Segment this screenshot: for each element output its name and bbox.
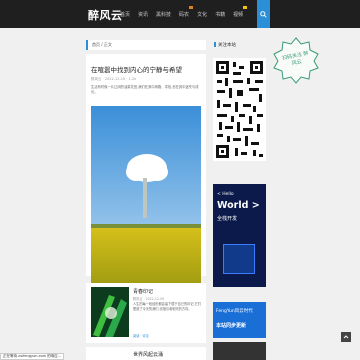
item-thumbnail[interactable] bbox=[91, 287, 129, 337]
item-title[interactable]: 世界风起云涌 bbox=[133, 351, 163, 358]
green-abstract-image bbox=[91, 287, 129, 337]
ad1-line3: 全栈开发 bbox=[217, 216, 238, 222]
qr-code-image bbox=[213, 58, 266, 161]
item-meta: 醉风云 · 2022-12-09 bbox=[133, 297, 165, 301]
ad1-line1: < Hello bbox=[217, 192, 234, 197]
top-navbar: 醉风云 首页 资讯 黑科技 码农 文化 书籍 视频 bbox=[0, 0, 360, 28]
qr-code bbox=[213, 58, 266, 161]
site-logo[interactable]: 醉风云 bbox=[88, 7, 123, 23]
new-badge bbox=[243, 6, 248, 9]
nav-item-news[interactable]: 资讯 bbox=[138, 11, 148, 18]
list-item: 青春印记 醉风云 · 2022-12-09 人生的每一段经历都会留下属于自己的印… bbox=[86, 283, 206, 343]
post-meta: 醉风云 · 2022-12-10 · 1.2k bbox=[91, 77, 137, 81]
ad1-graphic bbox=[223, 244, 255, 274]
browser-status-bar: 正在等待 zuifengyun.com 的响应... bbox=[0, 353, 65, 360]
nav-item-coder[interactable]: 码农 bbox=[179, 6, 194, 18]
hot-badge bbox=[189, 6, 194, 9]
arrow-up-icon bbox=[343, 335, 349, 339]
scroll-top-button[interactable] bbox=[341, 332, 351, 342]
nav-item-tech[interactable]: 黑科技 bbox=[156, 11, 171, 18]
ad-banner-dark[interactable] bbox=[213, 342, 266, 360]
ad2-line2: 本站同步更新 bbox=[216, 323, 247, 329]
nav-item-books[interactable]: 书籍 bbox=[215, 11, 225, 18]
follow-sticker: 扫码关注 醉风云 bbox=[272, 36, 320, 84]
rapeseed-field-image bbox=[91, 106, 201, 309]
main-nav: 首页 资讯 黑科技 码农 文化 书籍 视频 bbox=[120, 6, 248, 18]
ad-banner-fengyun[interactable]: FengYun风云时代 本站同步更新 bbox=[213, 302, 266, 338]
search-button[interactable] bbox=[257, 0, 270, 28]
item-footer[interactable]: 阅读 · 评论 bbox=[133, 333, 149, 338]
ad2-line1: FengYun风云时代 bbox=[216, 309, 253, 314]
post-excerpt: 生活有时像一片辽阔的油菜花田,我们在其中奔跑、寻找,也在其中迷失与成长。 bbox=[91, 85, 199, 94]
sidebar-heading: 关注本站 bbox=[214, 42, 236, 48]
post-title[interactable]: 在喧嚣中找到内心的宁静与希望 bbox=[91, 64, 201, 74]
nav-item-video[interactable]: 视频 bbox=[233, 6, 248, 18]
nav-item-culture[interactable]: 文化 bbox=[197, 11, 207, 18]
item-excerpt: 人生的每一段经历都会留下属于自己的印记,它们塑造了今天的我们,也指引着明天的方向… bbox=[133, 302, 201, 311]
breadcrumb[interactable]: 首页 / 正文 bbox=[86, 40, 206, 50]
item-title[interactable]: 青春印记 bbox=[133, 288, 153, 295]
search-icon bbox=[260, 10, 267, 18]
nav-item-coder-label: 码农 bbox=[179, 12, 190, 18]
breadcrumb-bar: 首页 / 正文 bbox=[86, 40, 206, 50]
featured-post: 在喧嚣中找到内心的宁静与希望 醉风云 · 2022-12-10 · 1.2k 生… bbox=[86, 54, 206, 322]
list-item: 世界风起云涌 bbox=[86, 347, 206, 360]
nav-item-home[interactable]: 首页 bbox=[120, 11, 130, 18]
ad-banner-hello-world[interactable]: < Hello World > 全栈开发 bbox=[213, 184, 266, 287]
post-image[interactable] bbox=[91, 106, 201, 309]
ad1-line2: World > bbox=[217, 200, 260, 211]
nav-item-video-label: 视频 bbox=[233, 12, 244, 18]
